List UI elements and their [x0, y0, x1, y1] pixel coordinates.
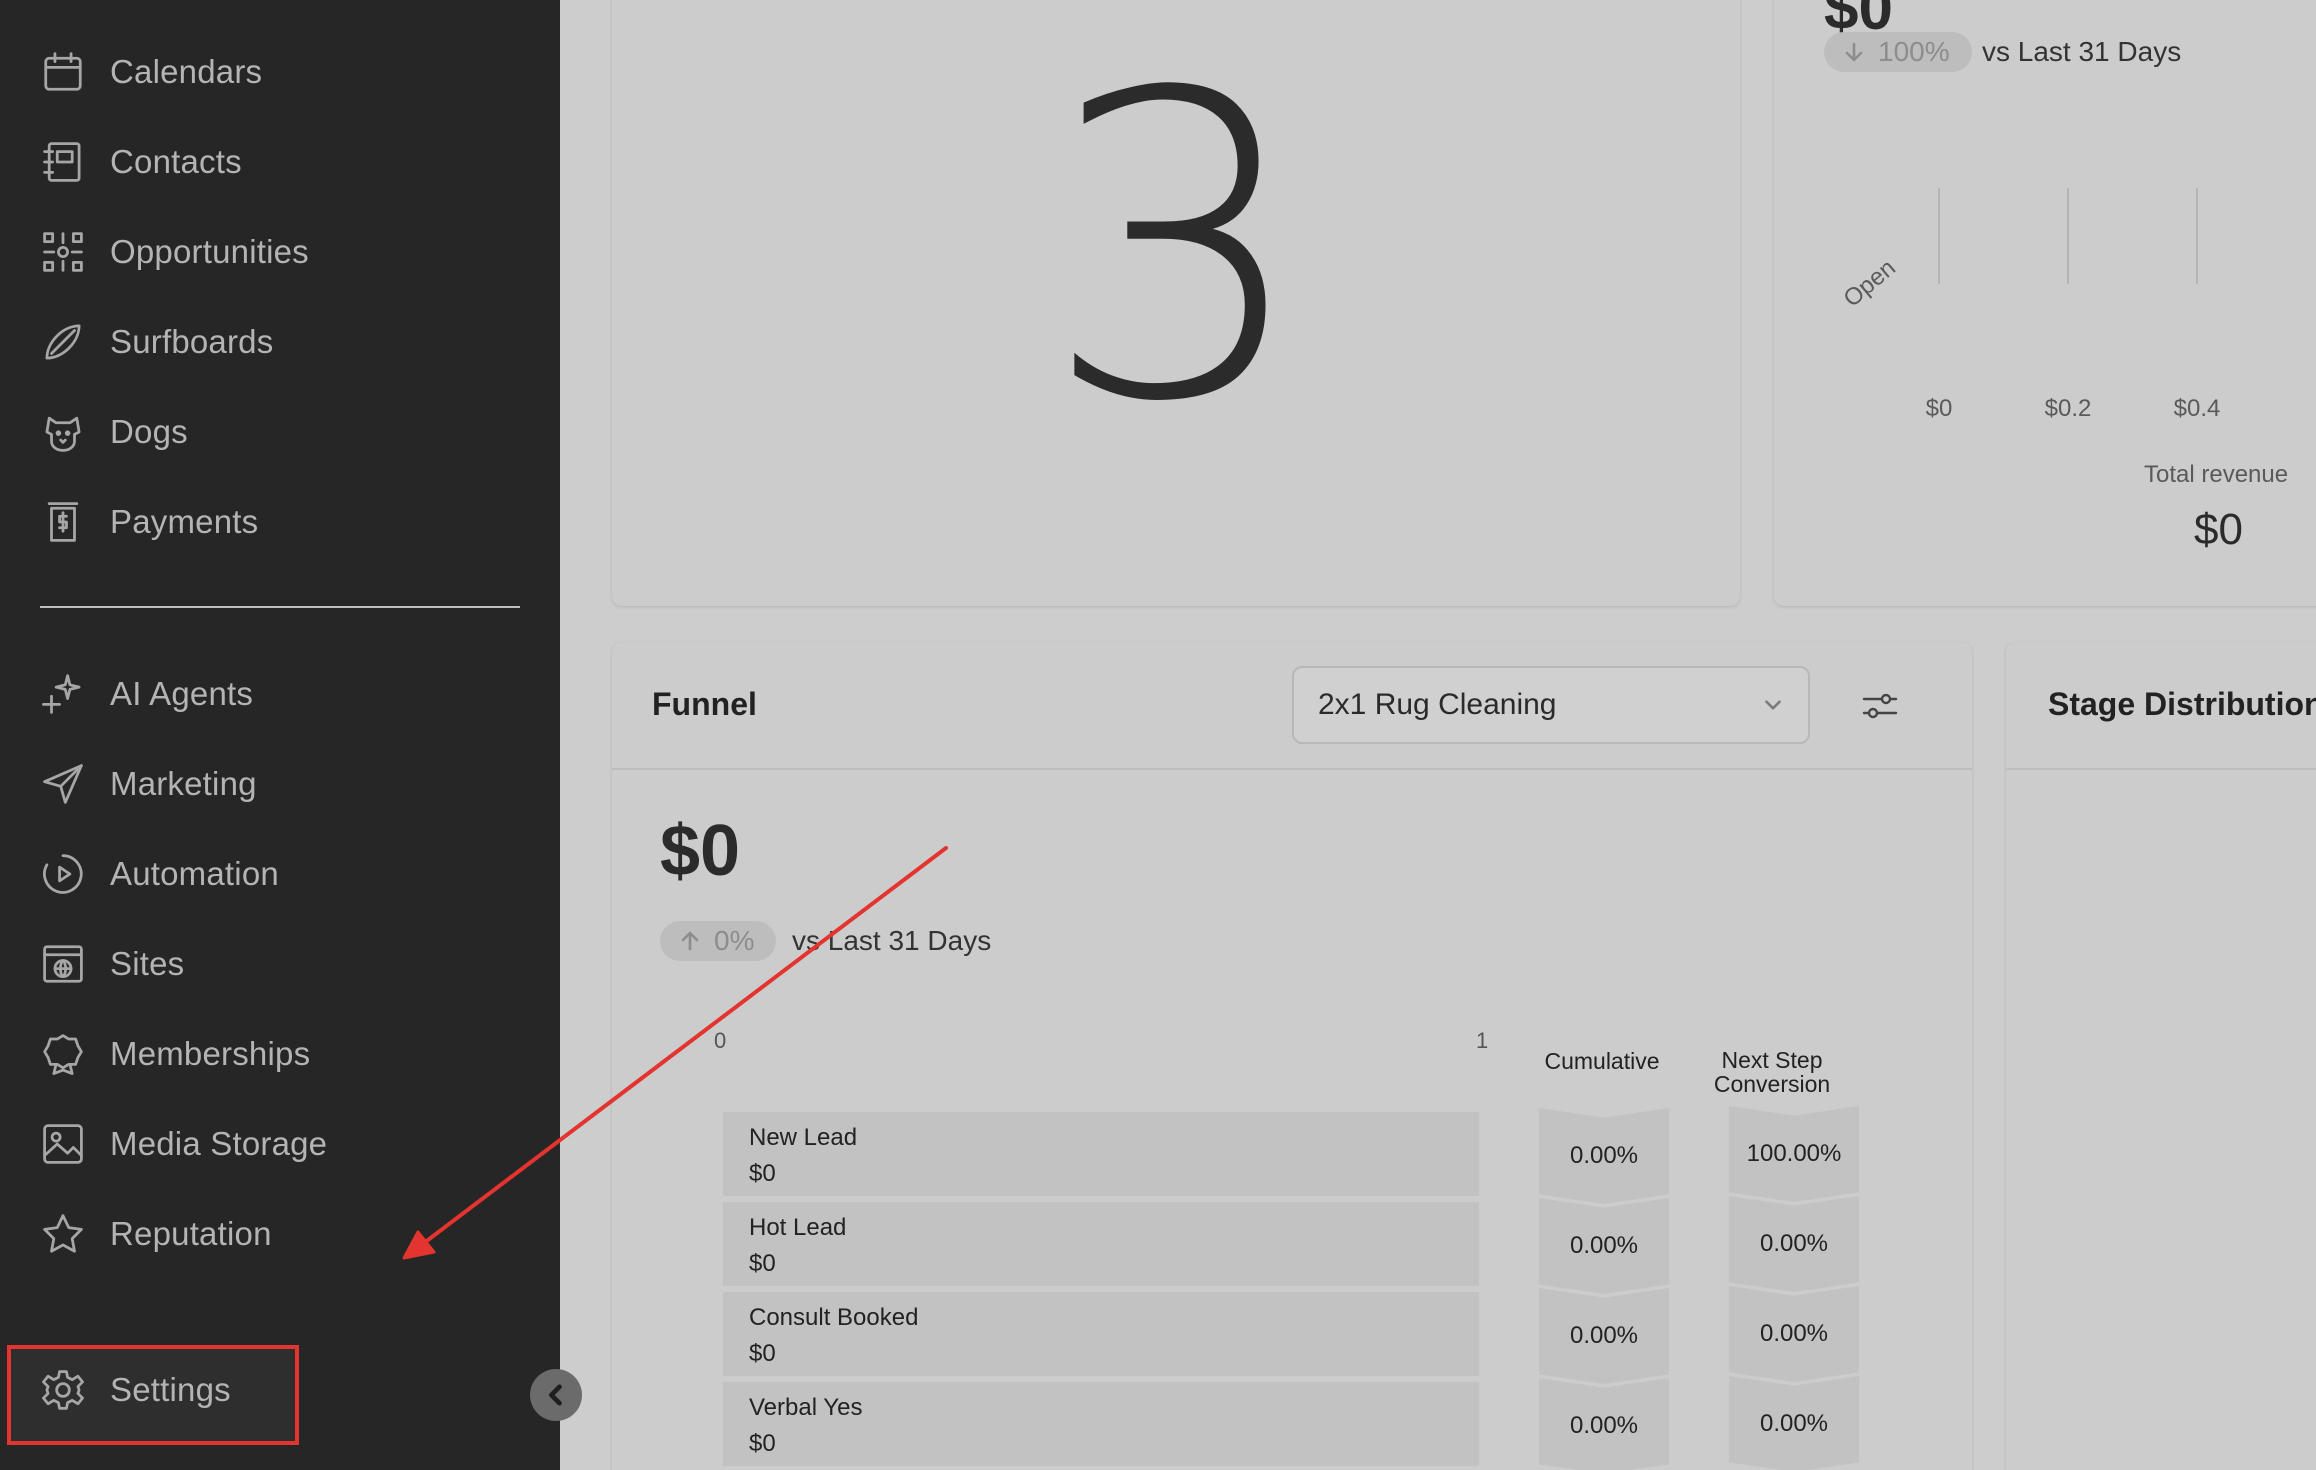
- image-icon: [38, 1119, 88, 1169]
- sidebar-item-label: Settings: [110, 1371, 231, 1408]
- sidebar-item-label: Calendars: [110, 53, 263, 90]
- sidebar-divider: [40, 606, 520, 608]
- funnel-comparison: vs Last 31 Days: [792, 925, 992, 956]
- chevron-left-icon: [549, 1384, 562, 1406]
- ai-sparkle-icon: [38, 669, 88, 719]
- badge-award-icon: [38, 1029, 88, 1079]
- big-count-value: 3: [1042, 5, 1310, 494]
- stage-next-step-cell: 0.00%: [1729, 1286, 1859, 1382]
- stage-name: Hot Lead: [749, 1214, 847, 1241]
- calendar-icon: [38, 47, 88, 97]
- count-card: 3: [612, 0, 1740, 606]
- sidebar-item-sites[interactable]: Sites: [0, 924, 560, 1004]
- chart-category-label: Open: [1839, 254, 1901, 312]
- filter-settings-button[interactable]: [1856, 682, 1904, 730]
- funnel-title: Funnel: [652, 686, 757, 722]
- sidebar-item-contacts[interactable]: Contacts: [0, 122, 560, 202]
- stage-next-step-cell: 100.00%: [1729, 1106, 1859, 1202]
- funnel-stage-row: Hot Lead $0: [723, 1202, 1479, 1286]
- stage-cumulative-cell: 0.00%: [1539, 1108, 1669, 1204]
- sidebar-item-label: Surfboards: [110, 323, 274, 360]
- sidebar-item-label: Sites: [110, 945, 185, 982]
- sidebar-item-opportunities[interactable]: Opportunities: [0, 212, 560, 292]
- sidebar-item-label: Memberships: [110, 1035, 311, 1072]
- funnel-stage-row: New Lead $0: [723, 1112, 1479, 1196]
- sidebar-item-label: Reputation: [110, 1215, 272, 1252]
- payments-receipt-icon: [38, 497, 88, 547]
- next-step-column-header: Next Step Conversion: [1713, 1047, 1831, 1098]
- cumulative-column-header: Cumulative: [1544, 1048, 1660, 1074]
- revenue-card: $0 100% vs Last 31 Days $0$0.2$0.4$ Open…: [1774, 0, 2316, 606]
- pipeline-select[interactable]: 2x1 Rug Cleaning: [1292, 666, 1810, 744]
- stage-value: $0: [749, 1430, 776, 1457]
- dog-icon: [38, 407, 88, 457]
- stage-cumulative-cell: 0.00%: [1539, 1288, 1669, 1384]
- stage-distribution-card: Stage Distribution: [2006, 642, 2316, 1470]
- funnel-stage-row: Consult Booked $0: [723, 1292, 1479, 1376]
- funnel-card: Funnel 2x1 Rug Cleaning $0 0% vs Last 31…: [612, 642, 1972, 1470]
- sidebar-item-label: Payments: [110, 503, 259, 540]
- sidebar-item-label: Contacts: [110, 143, 242, 180]
- funnel-header: Funnel 2x1 Rug Cleaning: [612, 642, 1972, 770]
- sidebar-item-calendars[interactable]: Calendars: [0, 32, 560, 112]
- stage-distribution-header: Stage Distribution: [2006, 642, 2316, 770]
- sidebar: Calendars Contacts Opportunities Surfboa…: [0, 0, 560, 1470]
- sidebar-item-dogs[interactable]: Dogs: [0, 392, 560, 472]
- stage-next-step-cell: 0.00%: [1729, 1196, 1859, 1292]
- stage-name: Consult Booked: [749, 1304, 919, 1331]
- sidebar-item-surfboards[interactable]: Surfboards: [0, 302, 560, 382]
- sidebar-item-label: Media Storage: [110, 1125, 328, 1162]
- stage-value: $0: [749, 1250, 776, 1277]
- total-revenue-label: Total revenue: [2144, 461, 2289, 488]
- chevron-down-icon: [1765, 700, 1781, 710]
- sidebar-item-memberships[interactable]: Memberships: [0, 1014, 560, 1094]
- sidebar-item-reputation[interactable]: Reputation: [0, 1194, 560, 1274]
- total-revenue-value: $0: [2194, 505, 2243, 554]
- globe-window-icon: [38, 939, 88, 989]
- funnel-axis-end: 1: [1476, 1028, 1489, 1053]
- chart-x-tick-label: $0.4: [2174, 395, 2221, 422]
- stage-value: $0: [749, 1160, 776, 1187]
- sidebar-item-ai-agents[interactable]: AI Agents: [0, 654, 560, 734]
- stage-name: New Lead: [749, 1124, 858, 1151]
- send-icon: [38, 759, 88, 809]
- opportunities-icon: [38, 227, 88, 277]
- funnel-stage-row: Verbal Yes $0: [723, 1382, 1479, 1466]
- sliders-icon: [1862, 693, 1898, 719]
- stage-cumulative-cell: 0.00%: [1539, 1198, 1669, 1294]
- sidebar-item-label: Marketing: [110, 765, 257, 802]
- chart-x-tick-label: $0.2: [2045, 395, 2092, 422]
- sidebar-item-label: Automation: [110, 855, 279, 892]
- stage-next-step-cell: 0.00%: [1729, 1376, 1859, 1470]
- sidebar-item-label: AI Agents: [110, 675, 254, 712]
- sidebar-item-settings[interactable]: Settings: [0, 1350, 560, 1430]
- gear-icon: [38, 1365, 88, 1415]
- pipeline-select-value: 2x1 Rug Cleaning: [1318, 688, 1557, 721]
- stage-cumulative-cell: 0.00%: [1539, 1378, 1669, 1470]
- sidebar-item-automation[interactable]: Automation: [0, 834, 560, 914]
- play-circle-icon: [38, 849, 88, 899]
- sidebar-item-label: Dogs: [110, 413, 188, 450]
- sidebar-item-marketing[interactable]: Marketing: [0, 744, 560, 824]
- collapse-sidebar-button[interactable]: [530, 1369, 582, 1421]
- funnel-axis-start: 0: [714, 1028, 727, 1053]
- arrow-up-icon: [681, 931, 699, 951]
- chart-x-tick-label: $0: [1926, 395, 1953, 422]
- stage-value: $0: [749, 1340, 776, 1367]
- stage-name: Verbal Yes: [749, 1394, 863, 1421]
- sidebar-item-media-storage[interactable]: Media Storage: [0, 1104, 560, 1184]
- star-icon: [38, 1209, 88, 1259]
- funnel-value: $0: [660, 811, 741, 891]
- contacts-book-icon: [38, 137, 88, 187]
- surfboard-icon: [38, 317, 88, 367]
- funnel-change-badge: 0%: [660, 921, 777, 961]
- funnel-change-value: 0%: [714, 925, 755, 956]
- sidebar-item-label: Opportunities: [110, 233, 309, 270]
- sidebar-item-payments[interactable]: Payments: [0, 482, 560, 562]
- stage-distribution-title: Stage Distribution: [2048, 686, 2316, 722]
